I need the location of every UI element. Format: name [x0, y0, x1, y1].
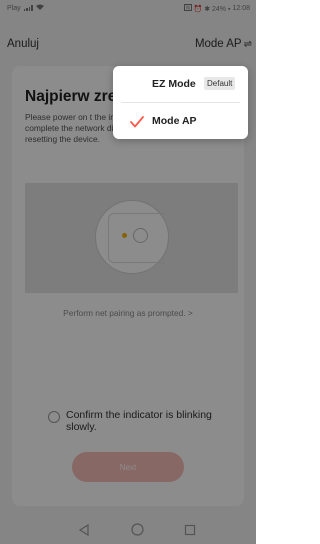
menu-item-label: Mode AP: [152, 115, 197, 127]
menu-item-ez-mode[interactable]: EZ Mode Default: [113, 66, 248, 102]
menu-item-ap-mode[interactable]: Mode AP: [113, 103, 248, 139]
default-badge: Default: [204, 77, 236, 90]
checkmark-icon: [130, 115, 144, 133]
mode-menu: EZ Mode Default Mode AP: [113, 66, 248, 139]
menu-item-label: EZ Mode: [152, 78, 196, 90]
